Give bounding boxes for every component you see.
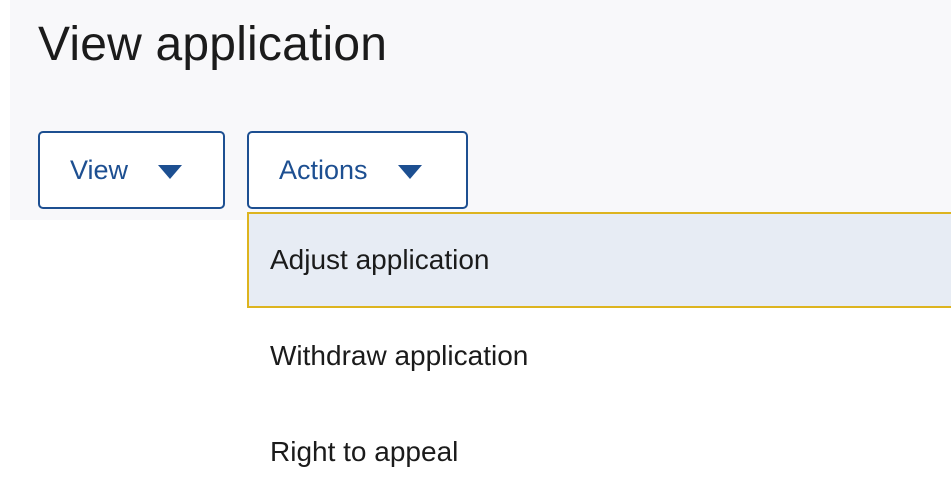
actions-menu-label: Actions bbox=[279, 154, 368, 185]
actions-menu-button[interactable]: Actions bbox=[247, 131, 468, 209]
caret-down-icon bbox=[397, 165, 422, 179]
actions-dropdown-menu: Adjust application Withdraw application … bbox=[247, 212, 951, 500]
menu-item-label: Withdraw application bbox=[270, 340, 529, 371]
page-title: View application bbox=[38, 18, 388, 71]
caret-down-icon bbox=[158, 165, 183, 179]
menu-item-adjust-application[interactable]: Adjust application bbox=[247, 212, 951, 308]
view-menu-button[interactable]: View bbox=[38, 131, 225, 209]
menu-item-label: Right to appeal bbox=[270, 436, 459, 467]
menu-item-withdraw-application[interactable]: Withdraw application bbox=[247, 308, 951, 404]
menu-item-right-to-appeal[interactable]: Right to appeal bbox=[247, 404, 951, 500]
menu-item-label: Adjust application bbox=[270, 244, 490, 275]
view-menu-label: View bbox=[70, 154, 129, 185]
